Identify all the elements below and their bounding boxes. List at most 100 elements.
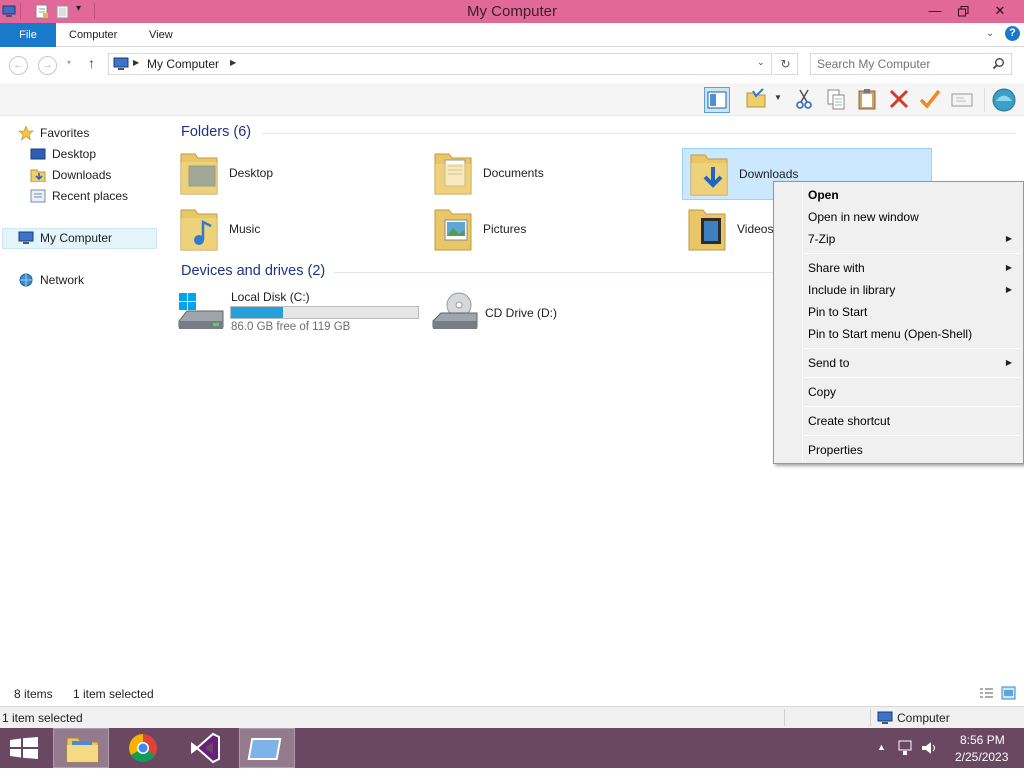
- shell-logo-icon[interactable]: [991, 87, 1017, 113]
- submenu-arrow-icon: ▶: [1005, 358, 1012, 367]
- address-bar[interactable]: ▶ My Computer ▶ ⌄: [108, 53, 772, 75]
- address-dropdown-icon[interactable]: ⌄: [757, 57, 765, 68]
- restore-button[interactable]: [948, 1, 978, 21]
- search-icon[interactable]: [992, 57, 1005, 73]
- divider: [984, 88, 985, 112]
- tiles-view-icon[interactable]: [1001, 686, 1016, 703]
- breadcrumb-chevron-icon[interactable]: ▶: [230, 58, 236, 67]
- tab-computer[interactable]: Computer: [57, 23, 129, 47]
- volume-icon[interactable]: [920, 739, 938, 760]
- selection-count: 1 item selected: [73, 687, 154, 701]
- computer-icon[interactable]: [2, 4, 16, 19]
- videos-folder-icon: [687, 206, 727, 252]
- taskbar-chrome[interactable]: [115, 728, 171, 768]
- breadcrumb-chevron-icon[interactable]: ▶: [133, 58, 139, 67]
- divider: [870, 709, 871, 726]
- menu-item-properties[interactable]: Properties: [776, 439, 1022, 461]
- breadcrumb[interactable]: My Computer: [147, 57, 219, 71]
- taskbar-file-explorer[interactable]: [53, 728, 109, 768]
- search-input[interactable]: [817, 56, 987, 72]
- folder-desktop[interactable]: Desktop: [179, 148, 429, 200]
- checkmark-icon[interactable]: [918, 87, 944, 113]
- folders-group-divider: [262, 133, 1016, 134]
- folder-pictures[interactable]: Pictures: [433, 204, 683, 256]
- menu-item-create-shortcut[interactable]: Create shortcut: [776, 410, 1022, 432]
- divider: [784, 709, 785, 726]
- clock-date[interactable]: 2/25/2023: [955, 750, 1008, 764]
- drives-group-header[interactable]: Devices and drives (2): [181, 263, 325, 279]
- pictures-folder-icon: [433, 206, 473, 252]
- music-folder-icon: [179, 206, 219, 252]
- close-button[interactable]: ✕: [985, 1, 1015, 21]
- menu-item-send-to[interactable]: Send to ▶: [776, 352, 1022, 374]
- documents-folder-icon: [433, 150, 473, 196]
- network-status-icon[interactable]: [897, 739, 915, 760]
- computer-icon: [113, 57, 129, 74]
- dropdown-arrow-icon[interactable]: ▼: [774, 93, 782, 102]
- help-icon[interactable]: ?: [1005, 26, 1020, 41]
- refresh-button[interactable]: ↻: [774, 53, 798, 75]
- computer-icon: [877, 711, 893, 728]
- drives-group-divider: [334, 272, 774, 273]
- drive-local-disk-c[interactable]: Local Disk (C:) 86.0 GB free of 119 GB: [177, 287, 423, 337]
- back-button[interactable]: ←: [9, 56, 28, 75]
- delete-icon[interactable]: [887, 87, 913, 113]
- search-box[interactable]: [810, 53, 1012, 75]
- up-arrow-icon[interactable]: ↑: [88, 55, 95, 71]
- menu-item-open-in-new-window[interactable]: Open in new window: [776, 206, 1022, 228]
- recent-locations-icon[interactable]: ▾: [67, 58, 71, 67]
- menu-item-pin-to-start[interactable]: Pin to Start: [776, 301, 1022, 323]
- folders-group-header[interactable]: Folders (6): [181, 124, 251, 140]
- status-bar: 8 items 1 item selected: [0, 683, 1024, 705]
- ribbon-tabs: File Computer View ⌄ ?: [0, 23, 1024, 47]
- tab-view[interactable]: View: [137, 23, 185, 47]
- computer-icon: [18, 231, 34, 245]
- menu-item-copy[interactable]: Copy: [776, 381, 1022, 403]
- cut-icon[interactable]: [792, 87, 818, 113]
- customize-quick-access-icon[interactable]: ▾: [76, 3, 81, 14]
- folder-options-icon[interactable]: [744, 87, 770, 113]
- drive-c-usage-fill: [231, 307, 284, 318]
- menu-item-share-with[interactable]: Share with ▶: [776, 257, 1022, 279]
- network-icon: [18, 273, 34, 287]
- show-hidden-icons-icon[interactable]: ▲: [877, 742, 886, 752]
- submenu-arrow-icon: ▶: [1005, 263, 1012, 272]
- menu-item-include-in-library[interactable]: Include in library ▶: [776, 279, 1022, 301]
- menu-item-open[interactable]: Open: [776, 184, 1022, 206]
- start-button[interactable]: [10, 737, 38, 762]
- folder-documents[interactable]: Documents: [433, 148, 683, 200]
- taskbar-visual-studio[interactable]: [177, 728, 233, 768]
- address-row: ← → ▾ ↑ ▶ My Computer ▶ ⌄ ↻: [0, 47, 1024, 83]
- folder-videos[interactable]: Videos: [687, 204, 773, 256]
- minimize-button[interactable]: —: [920, 1, 950, 21]
- menu-item-7-zip[interactable]: 7-Zip ▶: [776, 228, 1022, 250]
- paste-icon[interactable]: [855, 87, 881, 113]
- divider: [20, 3, 21, 19]
- desktop-folder-icon: [179, 150, 219, 196]
- properties-icon[interactable]: [35, 4, 49, 19]
- menu-item-pin-to-start-menu[interactable]: Pin to Start menu (Open-Shell): [776, 323, 1022, 345]
- forward-button[interactable]: →: [38, 56, 57, 75]
- tab-file[interactable]: File: [0, 23, 56, 47]
- folder-music[interactable]: Music: [179, 204, 429, 256]
- preview-pane-icon[interactable]: [704, 87, 730, 113]
- expand-ribbon-icon[interactable]: ⌄: [986, 28, 994, 39]
- submenu-arrow-icon: ▶: [1005, 285, 1012, 294]
- star-icon: [18, 125, 34, 141]
- menu-separator: [804, 377, 1020, 378]
- menu-separator: [804, 348, 1020, 349]
- taskbar: ▲ 8:56 PM 2/25/2023: [0, 728, 1024, 768]
- desktop-icon: [30, 147, 46, 161]
- submenu-arrow-icon: ▶: [1005, 234, 1012, 243]
- drive-cd-d[interactable]: CD Drive (D:): [431, 287, 631, 337]
- context-menu: Open Open in new window 7-Zip ▶ Share wit…: [773, 181, 1024, 464]
- email-icon[interactable]: [950, 87, 976, 113]
- taskbar-app[interactable]: [239, 728, 295, 768]
- details-view-icon[interactable]: [979, 687, 994, 702]
- copy-icon[interactable]: [824, 87, 850, 113]
- window-title: My Computer: [466, 3, 558, 20]
- downloads-icon: [30, 168, 46, 183]
- new-folder-icon[interactable]: [56, 4, 70, 19]
- menu-separator: [804, 253, 1020, 254]
- clock-time[interactable]: 8:56 PM: [960, 733, 1005, 747]
